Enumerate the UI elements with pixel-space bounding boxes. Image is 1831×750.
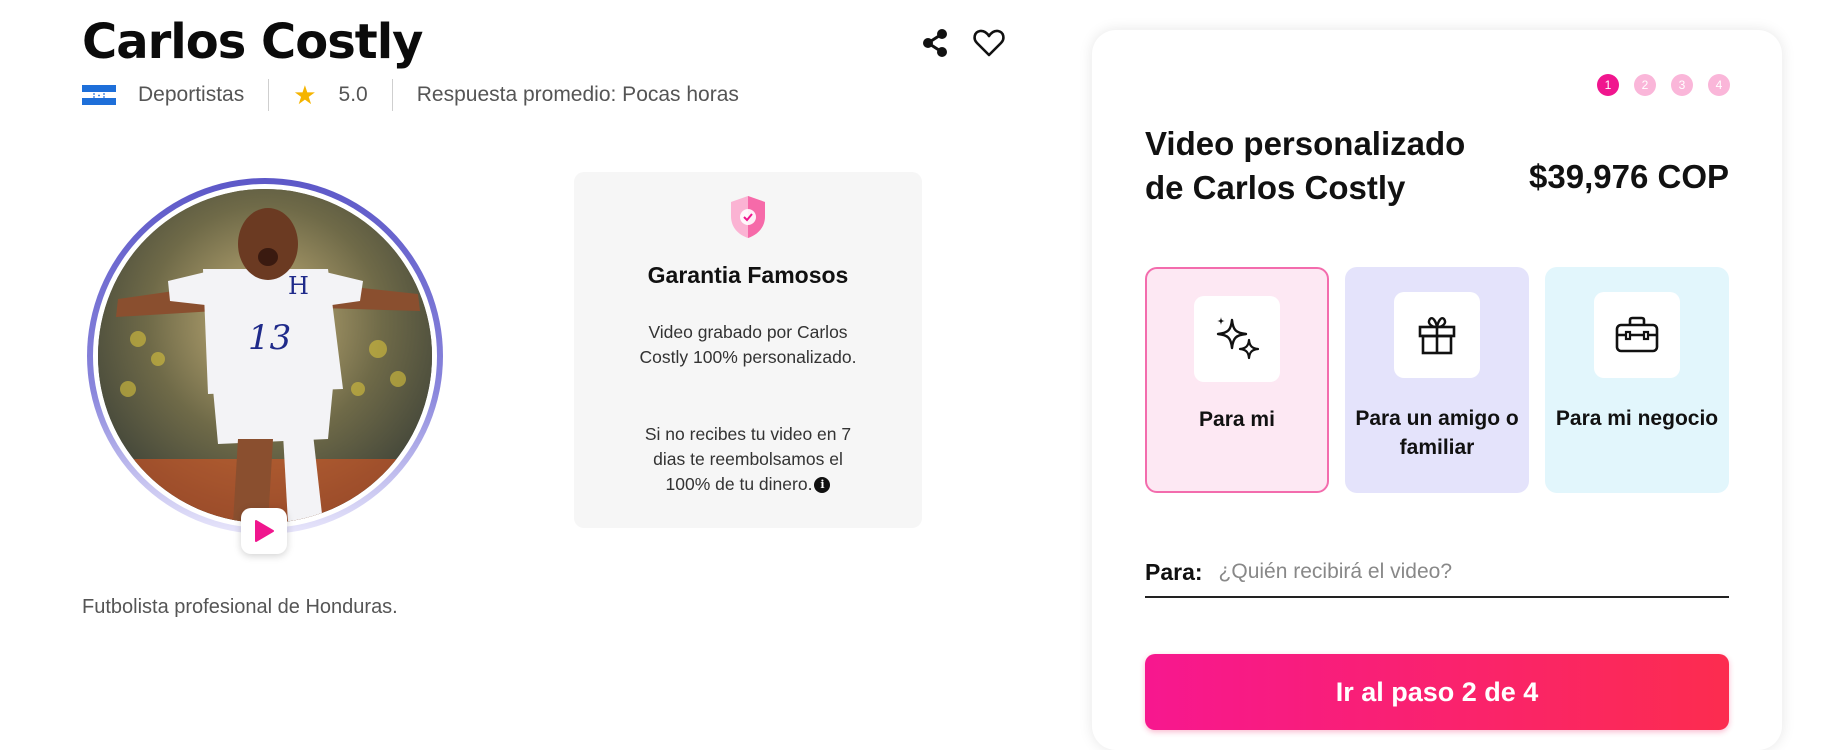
recipient-type-options: Para mi Para un amigo o familiar Para mi… — [1145, 267, 1729, 493]
avatar[interactable]: 13 H — [87, 178, 443, 534]
divider — [268, 79, 270, 111]
celebrity-bio: Futbolista profesional de Honduras. — [82, 596, 398, 618]
favorite-button[interactable] — [972, 26, 1006, 60]
heart-icon — [973, 29, 1005, 57]
rating-value: 5.0 — [338, 83, 368, 106]
order-title: Video personalizado de Carlos Costly — [1145, 125, 1466, 206]
option-para-amigo[interactable]: Para un amigo o familiar — [1345, 267, 1529, 493]
next-step-button[interactable]: Ir al paso 2 de 4 — [1145, 654, 1729, 730]
guarantee-title: Garantia Famosos — [647, 262, 849, 288]
order-panel: 1 2 3 4 Video personalizado de Carlos Co… — [1092, 30, 1782, 750]
option-para-negocio[interactable]: Para mi negocio — [1545, 267, 1729, 493]
gift-icon — [1418, 317, 1456, 355]
svg-text:H: H — [288, 272, 309, 300]
divider — [391, 79, 393, 111]
category-label[interactable]: Deportistas — [138, 83, 244, 107]
info-icon[interactable]: i — [814, 477, 831, 494]
sparkles-icon — [1216, 317, 1260, 360]
guarantee-card: Garantia Famosos Video grabado por Carlo… — [574, 172, 922, 528]
option-label: Para un amigo o familiar — [1355, 407, 1519, 459]
profile-meta: Deportistas ★ 5.0 Respuesta promedio: Po… — [82, 78, 739, 112]
step-4: 4 — [1708, 74, 1730, 96]
order-price: $39,976 COP — [1529, 158, 1729, 195]
step-1: 1 — [1597, 74, 1619, 96]
option-label: Para mi negocio — [1555, 407, 1719, 430]
guarantee-text-personalized: Video grabado por Carlos Costly 100% per… — [639, 322, 857, 367]
guarantee-text-refund: Si no recibes tu video en 7 dias te reem… — [644, 424, 852, 494]
play-icon — [255, 520, 274, 542]
star-icon: ★ — [293, 80, 317, 110]
response-time: Respuesta promedio: Pocas horas — [416, 83, 739, 106]
play-video-button[interactable] — [241, 508, 287, 554]
share-icon — [923, 29, 947, 57]
player-photo-illustration: 13 H — [98, 189, 432, 523]
celebrity-name: Carlos Costly — [82, 14, 423, 70]
recipient-input[interactable] — [1216, 559, 1729, 585]
option-label: Para mi — [1199, 408, 1275, 431]
step-indicator: 1 2 3 4 — [1597, 74, 1730, 96]
briefcase-icon — [1615, 316, 1659, 353]
share-button[interactable] — [918, 26, 952, 60]
step-3: 3 — [1671, 74, 1693, 96]
shield-check-icon — [731, 196, 765, 238]
honduras-flag-icon — [82, 85, 116, 106]
svg-text:13: 13 — [248, 318, 291, 358]
recipient-field: Para: — [1145, 548, 1729, 598]
step-2: 2 — [1634, 74, 1656, 96]
option-para-mi[interactable]: Para mi — [1145, 267, 1329, 493]
recipient-label: Para: — [1145, 558, 1203, 585]
avatar-photo: 13 H — [98, 189, 432, 523]
